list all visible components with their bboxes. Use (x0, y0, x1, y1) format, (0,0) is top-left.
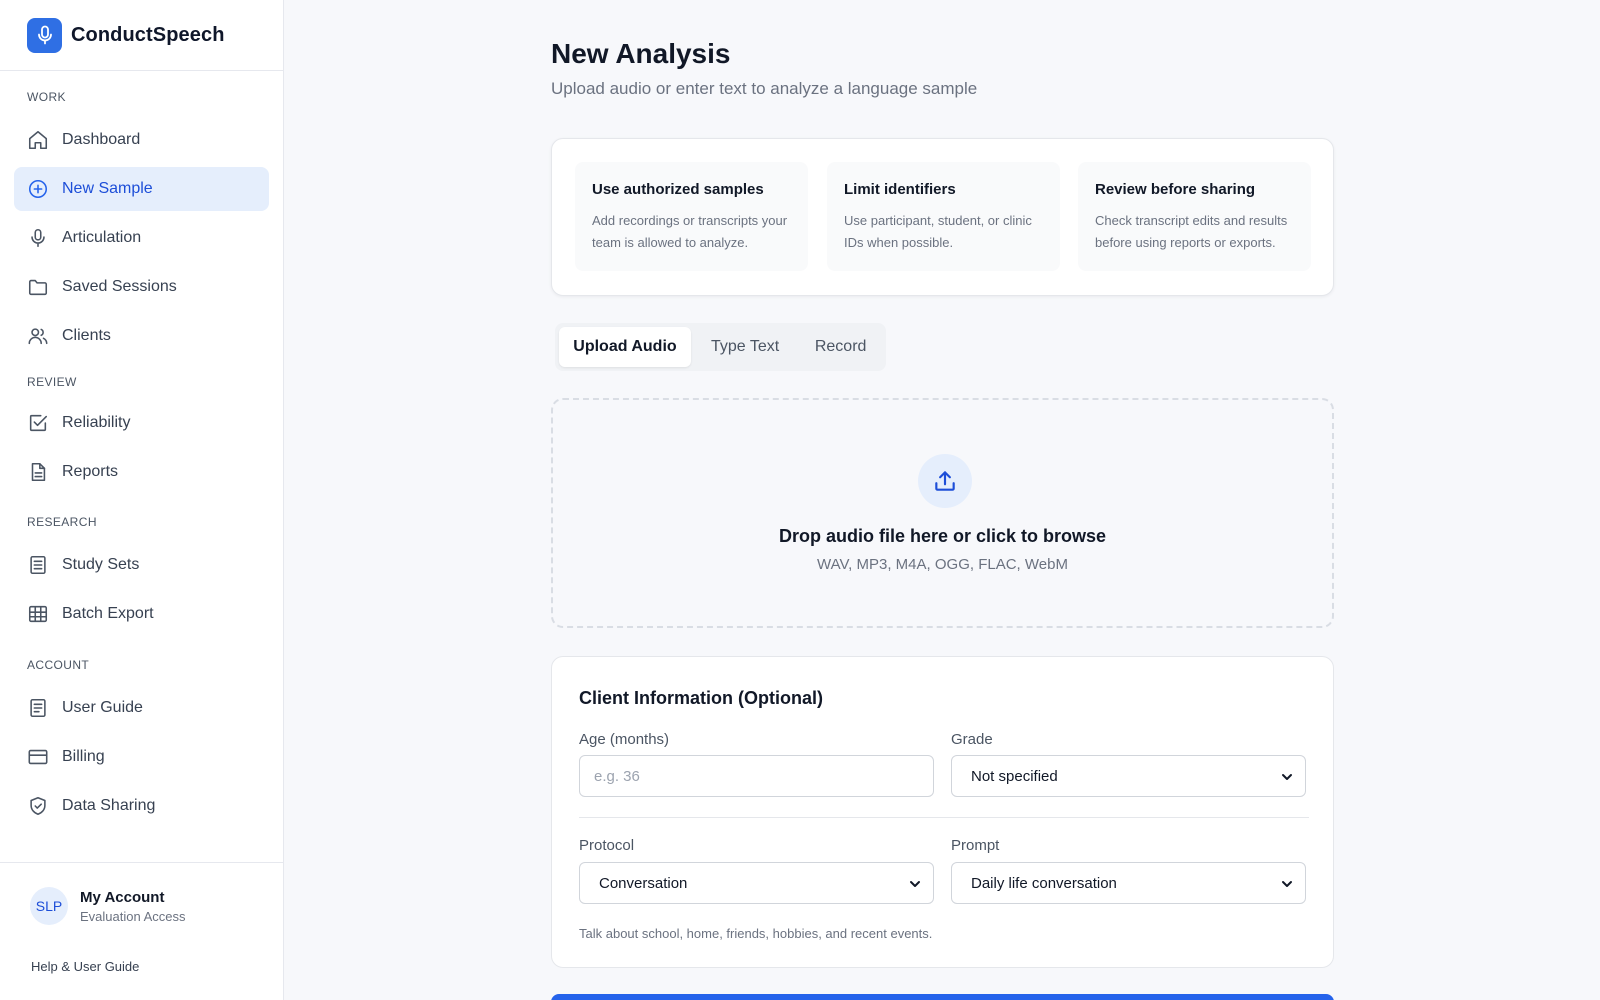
section-label-account: ACCOUNT (27, 658, 90, 672)
tab-upload-audio[interactable]: Upload Audio (559, 327, 691, 367)
account-name: My Account (80, 888, 165, 906)
prompt-value: Daily life conversation (971, 874, 1117, 892)
prompt-description: Talk about school, home, friends, hobbie… (579, 926, 933, 941)
guidance-card: Use authorized samples Add recordings or… (551, 138, 1334, 296)
avatar: SLP (30, 887, 68, 925)
shield-icon (26, 794, 50, 818)
grade-label: Grade (951, 731, 993, 748)
protocol-select[interactable]: Conversation (579, 862, 934, 904)
tip-authorized-samples: Use authorized samples Add recordings or… (575, 162, 808, 271)
sidebar-item-batch-export[interactable]: Batch Export (14, 592, 269, 636)
tip-title: Review before sharing (1095, 181, 1256, 198)
page-title: New Analysis (551, 38, 731, 69)
sidebar-item-label: New Sample (62, 180, 153, 197)
prompt-label: Prompt (951, 837, 1000, 854)
age-input[interactable]: e.g. 36 (579, 755, 934, 797)
chevron-down-icon (1282, 774, 1292, 780)
plus-circle-icon (26, 177, 50, 201)
age-label: Age (months) (579, 731, 670, 748)
tip-body: Add recordings or transcripts your team … (592, 213, 788, 250)
grade-value: Not specified (971, 767, 1058, 785)
sidebar-item-articulation[interactable]: Articulation (14, 216, 269, 260)
users-icon (26, 324, 50, 348)
client-info-title: Client Information (Optional) (579, 688, 823, 708)
tip-title: Limit identifiers (844, 181, 956, 198)
home-icon (26, 128, 50, 152)
sidebar-nav: WORK Dashboard New Sample Articulation S… (0, 88, 283, 828)
sidebar-item-new-sample[interactable]: New Sample (14, 167, 269, 211)
sidebar-item-data-sharing[interactable]: Data Sharing (14, 784, 269, 828)
client-info-card: Client Information (Optional) Age (month… (551, 656, 1334, 968)
document-icon (26, 460, 50, 484)
microphone-icon (26, 226, 50, 250)
prompt-select[interactable]: Daily life conversation (951, 862, 1306, 904)
chevron-down-icon (1282, 881, 1292, 887)
table-icon (26, 602, 50, 626)
credit-card-icon (26, 745, 50, 769)
sidebar-item-dashboard[interactable]: Dashboard (14, 118, 269, 162)
tab-record[interactable]: Record (799, 327, 882, 367)
sidebar-item-saved-sessions[interactable]: Saved Sessions (14, 265, 269, 309)
sidebar-footer: SLP My Account Evaluation Access Help & … (0, 862, 283, 1000)
list-icon (26, 553, 50, 577)
book-icon (26, 696, 50, 720)
divider (579, 817, 1309, 818)
sidebar-item-label: User Guide (62, 699, 143, 716)
tab-type-text[interactable]: Type Text (691, 327, 799, 367)
folder-icon (26, 275, 50, 299)
microphone-icon (27, 17, 62, 53)
sidebar-item-label: Dashboard (62, 131, 141, 148)
page-subtitle: Upload audio or enter text to analyze a … (551, 79, 978, 98)
sidebar-item-reports[interactable]: Reports (14, 450, 269, 494)
checkbox-icon (26, 411, 50, 435)
protocol-label: Protocol (579, 837, 635, 854)
sidebar: ConductSpeech WORK Dashboard New Sample … (0, 0, 284, 1000)
dropzone-formats: WAV, MP3, M4A, OGG, FLAC, WebM (817, 556, 1068, 573)
chevron-down-icon (910, 881, 920, 887)
sidebar-item-label: Clients (62, 327, 111, 344)
sidebar-item-billing[interactable]: Billing (14, 735, 269, 779)
tip-limit-identifiers: Limit identifiers Use participant, stude… (827, 162, 1060, 271)
tip-review-before-sharing: Review before sharing Check transcript e… (1078, 162, 1311, 271)
sidebar-item-label: Reliability (62, 414, 131, 431)
account-subtitle: Evaluation Access (80, 908, 186, 924)
sidebar-item-label: Articulation (62, 229, 142, 246)
sidebar-item-label: Data Sharing (62, 797, 156, 814)
sidebar-item-clients[interactable]: Clients (14, 314, 269, 358)
sidebar-item-label: Saved Sessions (62, 278, 177, 295)
sidebar-item-user-guide[interactable]: User Guide (14, 686, 269, 730)
sidebar-item-label: Billing (62, 748, 105, 765)
tip-body: Check transcript edits and results befor… (1095, 213, 1288, 250)
dropzone-title: Drop audio file here or click to browse (778, 526, 1107, 546)
audio-dropzone[interactable]: Drop audio file here or click to browse … (551, 398, 1334, 628)
sidebar-item-label: Reports (62, 463, 119, 480)
app-name: ConductSpeech (71, 23, 225, 46)
sidebar-item-study-sets[interactable]: Study Sets (14, 543, 269, 587)
analyze-button[interactable] (551, 994, 1334, 1000)
section-label-review: REVIEW (27, 375, 77, 389)
account-menu[interactable]: SLP My Account Evaluation Access (0, 863, 283, 925)
age-placeholder: e.g. 36 (594, 767, 640, 785)
tip-body: Use participant, student, or clinic IDs … (844, 213, 1032, 250)
upload-icon (918, 454, 972, 508)
section-label-research: RESEARCH (27, 515, 97, 529)
help-link[interactable]: Help & User Guide (31, 959, 139, 974)
brand[interactable]: ConductSpeech (0, 0, 283, 71)
input-mode-tabs: Upload Audio Type Text Record (555, 323, 886, 371)
protocol-value: Conversation (599, 874, 688, 892)
sidebar-item-label: Study Sets (62, 556, 140, 573)
tip-title: Use authorized samples (592, 181, 764, 198)
grade-select[interactable]: Not specified (951, 755, 1306, 797)
sidebar-item-reliability[interactable]: Reliability (14, 401, 269, 445)
section-label-work: WORK (27, 90, 66, 104)
sidebar-item-label: Batch Export (62, 605, 154, 622)
